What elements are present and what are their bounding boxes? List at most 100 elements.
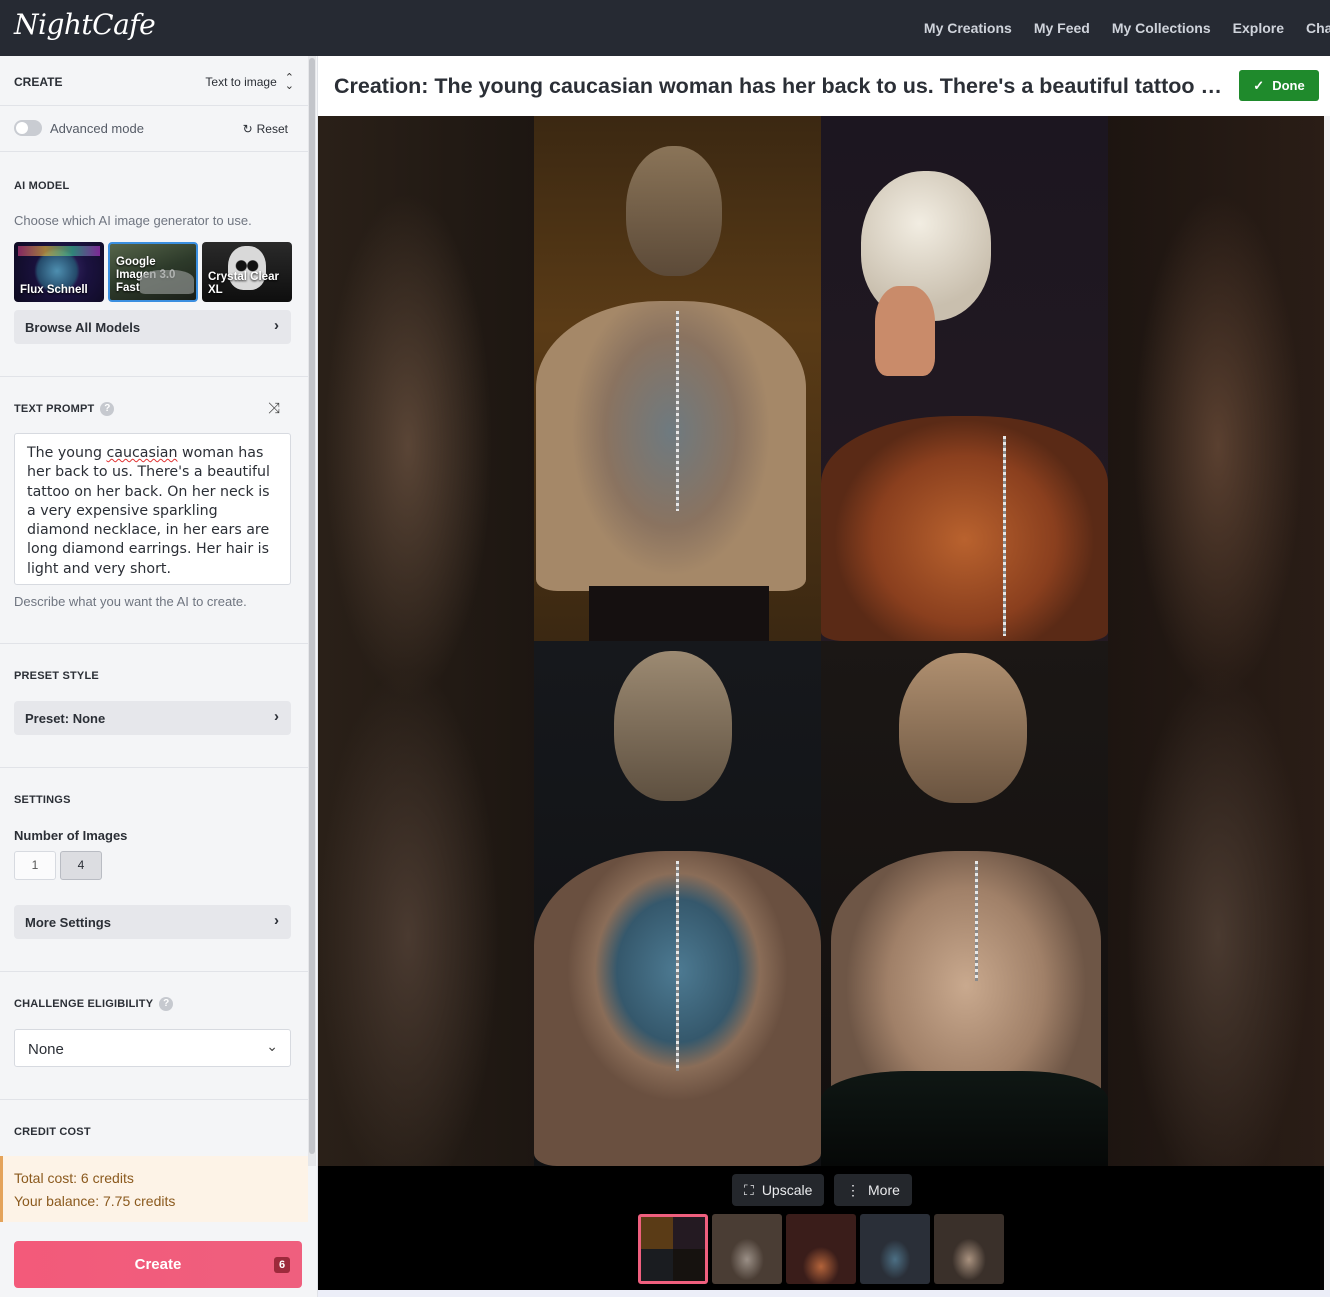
thumbnail-image-2[interactable] — [786, 1214, 856, 1284]
reset-icon: ↻ — [242, 122, 253, 136]
ai-model-title: AI MODEL — [14, 180, 70, 192]
preset-style-label: Preset: None — [25, 711, 106, 726]
nightcafe-logo[interactable]: NightCafe — [14, 8, 156, 41]
generated-image-3[interactable] — [534, 641, 821, 1166]
mode-select[interactable]: Text to image ⌃ ⌄ — [205, 73, 294, 92]
challenge-eligibility-select[interactable]: None ⌄ — [14, 1029, 291, 1067]
necklace-chain — [1003, 436, 1006, 636]
model-card-google-imagen[interactable]: Google Imagen 3.0 Fast — [108, 242, 198, 302]
done-button[interactable]: ✓ Done — [1239, 70, 1319, 101]
scrollbar-thumb[interactable] — [309, 58, 315, 1154]
creation-header: Creation: The young caucasian woman has … — [318, 56, 1330, 116]
chevron-down-icon: ⌄ — [266, 1038, 278, 1054]
divider — [0, 376, 308, 377]
more-settings-label: More Settings — [25, 915, 111, 930]
generated-image-1[interactable] — [534, 116, 821, 641]
divider — [0, 971, 308, 972]
nav-explore[interactable]: Explore — [1233, 20, 1284, 36]
text-prompt-input[interactable]: The young caucasian woman has her back t… — [14, 433, 291, 585]
necklace-chain — [676, 311, 679, 511]
challenge-eligibility-value: None — [28, 1041, 64, 1058]
figure-head — [626, 146, 722, 276]
more-vertical-icon: ⋮ — [846, 1181, 860, 1198]
model-card-flux-schnell[interactable]: Flux Schnell — [14, 242, 104, 302]
advanced-mode-row: Advanced mode ↻ Reset — [0, 106, 308, 152]
nav-my-feed[interactable]: My Feed — [1034, 20, 1090, 36]
nav-my-collections[interactable]: My Collections — [1112, 20, 1211, 36]
total-cost: Total cost: 6 credits — [14, 1170, 134, 1186]
image-viewer[interactable] — [318, 116, 1324, 1166]
more-label: More — [868, 1182, 900, 1198]
model-name: Flux Schnell — [20, 284, 88, 296]
figure-head — [899, 653, 1027, 803]
advanced-mode-label: Advanced mode — [50, 121, 144, 136]
text-prompt-title: TEXT PROMPT? — [14, 402, 115, 416]
nav-challenges[interactable]: Cha — [1306, 20, 1330, 36]
num-images-option-4[interactable]: 4 — [60, 851, 102, 880]
model-card-crystal-clear[interactable]: Crystal Clear XL — [202, 242, 292, 302]
create-label: CREATE — [14, 75, 63, 89]
create-button-label: Create — [134, 1256, 182, 1273]
thumbnail-image-3[interactable] — [860, 1214, 930, 1284]
create-header: CREATE Text to image ⌃ ⌄ — [0, 56, 308, 106]
prompt-text-end: woman has her back to us. There's a beau… — [27, 445, 270, 577]
credit-cost-badge: 6 — [274, 1257, 290, 1273]
browse-all-models-button[interactable]: Browse All Models › — [14, 310, 291, 344]
chevron-right-icon: › — [274, 912, 279, 929]
mode-select-value: Text to image — [205, 75, 277, 89]
more-button[interactable]: ⋮ More — [834, 1174, 912, 1206]
num-images-option-1[interactable]: 1 — [14, 851, 56, 880]
creation-title: Creation: The young caucasian woman has … — [334, 74, 1224, 98]
thumbnail-image-4[interactable] — [934, 1214, 1004, 1284]
generated-image-4[interactable] — [821, 641, 1108, 1166]
create-button[interactable]: Create 6 — [14, 1241, 302, 1288]
advanced-mode-toggle[interactable] — [14, 120, 42, 136]
prompt-text-start: The young — [27, 445, 107, 461]
divider — [0, 767, 308, 768]
shuffle-prompt-icon[interactable]: ⤨ — [268, 400, 280, 417]
viewer-toolbar: ⛶ Upscale ⋮ More — [318, 1166, 1324, 1290]
right-gutter — [1324, 116, 1330, 1290]
divider — [0, 1099, 308, 1100]
more-settings-button[interactable]: More Settings › — [14, 905, 291, 939]
help-icon[interactable]: ? — [100, 402, 115, 416]
sidebar-scrollbar[interactable] — [308, 56, 316, 1166]
credit-cost-title: CREDIT COST — [14, 1126, 91, 1138]
divider — [0, 643, 308, 644]
text-prompt-label: TEXT PROMPT — [14, 402, 95, 415]
done-label: Done — [1272, 78, 1305, 93]
reset-label: Reset — [256, 122, 288, 136]
ai-model-description: Choose which AI image generator to use. — [14, 213, 252, 228]
preset-style-button[interactable]: Preset: None › — [14, 701, 291, 735]
challenge-eligibility-label: CHALLENGE ELIGIBILITY — [14, 997, 154, 1010]
image-grid — [534, 116, 1108, 1166]
upscale-label: Upscale — [761, 1182, 813, 1198]
model-name: Google Imagen 3.0 Fast — [116, 256, 176, 294]
browse-all-models-label: Browse All Models — [25, 320, 141, 335]
figure-clothing — [589, 586, 769, 641]
figure-face — [875, 286, 935, 376]
prompt-hint: Describe what you want the AI to create. — [14, 594, 247, 609]
figure-back — [821, 416, 1108, 641]
preset-style-title: PRESET STYLE — [14, 670, 99, 682]
figure-head — [614, 651, 732, 801]
thumbnail-grid[interactable] — [638, 1214, 708, 1284]
reset-button[interactable]: ↻ Reset — [243, 122, 288, 136]
thumbnail-image-1[interactable] — [712, 1214, 782, 1284]
help-icon[interactable]: ? — [159, 997, 174, 1011]
generated-image-2[interactable] — [821, 116, 1108, 641]
prompt-misspelled-word: caucasian — [106, 445, 178, 461]
thumbnail-strip — [638, 1214, 1004, 1284]
bottom-strip — [318, 1290, 1330, 1297]
settings-title: SETTINGS — [14, 794, 71, 806]
nav-my-creations[interactable]: My Creations — [924, 20, 1012, 36]
number-of-images-label: Number of Images — [14, 828, 128, 843]
figure-back — [536, 301, 806, 591]
number-of-images-group: 1 4 — [14, 851, 102, 880]
upscale-button[interactable]: ⛶ Upscale — [732, 1174, 825, 1206]
toggle-knob — [16, 122, 28, 134]
model-name: Crystal Clear XL — [208, 271, 279, 296]
create-sidebar: CREATE Text to image ⌃ ⌄ Advanced mode ↻ … — [0, 56, 318, 1297]
necklace-chain — [975, 861, 978, 981]
model-list: Flux Schnell Google Imagen 3.0 Fast Crys… — [14, 242, 292, 302]
